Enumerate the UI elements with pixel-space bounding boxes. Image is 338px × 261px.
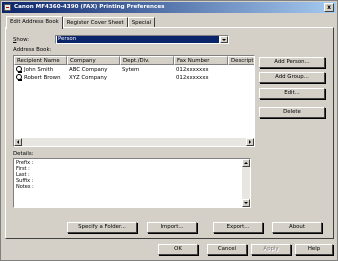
address-book-label: Address Book: xyxy=(13,47,52,53)
company: ABC Company xyxy=(69,67,108,73)
scroll-left-icon[interactable] xyxy=(14,138,22,146)
ok-button[interactable]: OK xyxy=(158,244,198,255)
list-header: Recipient Name Company Dept./Div. Fax Nu… xyxy=(14,56,254,65)
detail-notes: Notes : xyxy=(16,184,34,190)
column-description[interactable]: Description xyxy=(228,56,254,65)
address-book-list[interactable]: Recipient Name Company Dept./Div. Fax Nu… xyxy=(13,55,255,147)
column-company[interactable]: Company xyxy=(67,56,120,65)
list-item[interactable]: John Smith ABC Company Sytem 012xxxxxxx xyxy=(14,66,254,74)
column-fax-number[interactable]: Fax Number xyxy=(174,56,228,65)
dept: Sytem xyxy=(122,67,140,73)
column-dept[interactable]: Dept./Div. xyxy=(120,56,174,65)
details-label: Details: xyxy=(13,151,34,157)
list-item[interactable]: Robert Brown XYZ Company 012xxxxxxx xyxy=(14,74,254,82)
details-box: Prefix : First : Last : Suffix : Notes : xyxy=(13,158,251,208)
show-selected-value: Person xyxy=(57,36,219,43)
fax-number: 012xxxxxxx xyxy=(176,75,209,81)
apply-button[interactable]: Apply xyxy=(251,244,291,255)
company: XYZ Company xyxy=(69,75,108,81)
help-button[interactable]: Help xyxy=(295,244,333,255)
person-icon xyxy=(16,66,22,73)
person-icon xyxy=(16,74,22,81)
chevron-down-icon[interactable] xyxy=(220,36,228,43)
horizontal-scrollbar[interactable] xyxy=(14,138,254,146)
dept xyxy=(120,74,174,82)
export-button[interactable]: Export... xyxy=(213,222,263,233)
tab-edit-address-book[interactable]: Edit Address Book xyxy=(6,16,63,29)
recipient-name: John Smith xyxy=(24,67,54,73)
printer-app-icon xyxy=(4,4,11,11)
scroll-down-icon[interactable] xyxy=(242,199,250,207)
vertical-scrollbar[interactable] xyxy=(242,159,250,207)
scroll-up-icon[interactable] xyxy=(242,159,250,167)
window-title: Canon MF4360-4390 (FAX) Printing Prefere… xyxy=(14,4,165,10)
scroll-right-icon[interactable] xyxy=(246,138,254,146)
about-button[interactable]: About xyxy=(272,222,322,233)
cancel-button[interactable]: Cancel xyxy=(207,244,247,255)
delete-button[interactable]: Delete xyxy=(259,107,325,118)
add-group-button[interactable]: Add Group... xyxy=(259,72,325,83)
title-bar[interactable]: Canon MF4360-4390 (FAX) Printing Prefere… xyxy=(2,2,336,13)
description xyxy=(228,66,254,74)
recipient-name: Robert Brown xyxy=(24,75,61,81)
show-select[interactable]: Person xyxy=(55,35,229,44)
add-person-button[interactable]: Add Person... xyxy=(259,57,325,68)
close-button[interactable]: x xyxy=(324,3,334,12)
fax-number: 012xxxxxxx xyxy=(176,67,209,73)
edit-button[interactable]: Edit... xyxy=(259,88,325,99)
specify-folder-button[interactable]: Specify a Folder... xyxy=(67,222,137,233)
description xyxy=(228,74,254,82)
import-button[interactable]: Import... xyxy=(147,222,197,233)
show-label: Show: xyxy=(13,37,30,43)
printing-preferences-window: Canon MF4360-4390 (FAX) Printing Prefere… xyxy=(0,0,338,261)
column-recipient-name[interactable]: Recipient Name xyxy=(14,56,67,65)
